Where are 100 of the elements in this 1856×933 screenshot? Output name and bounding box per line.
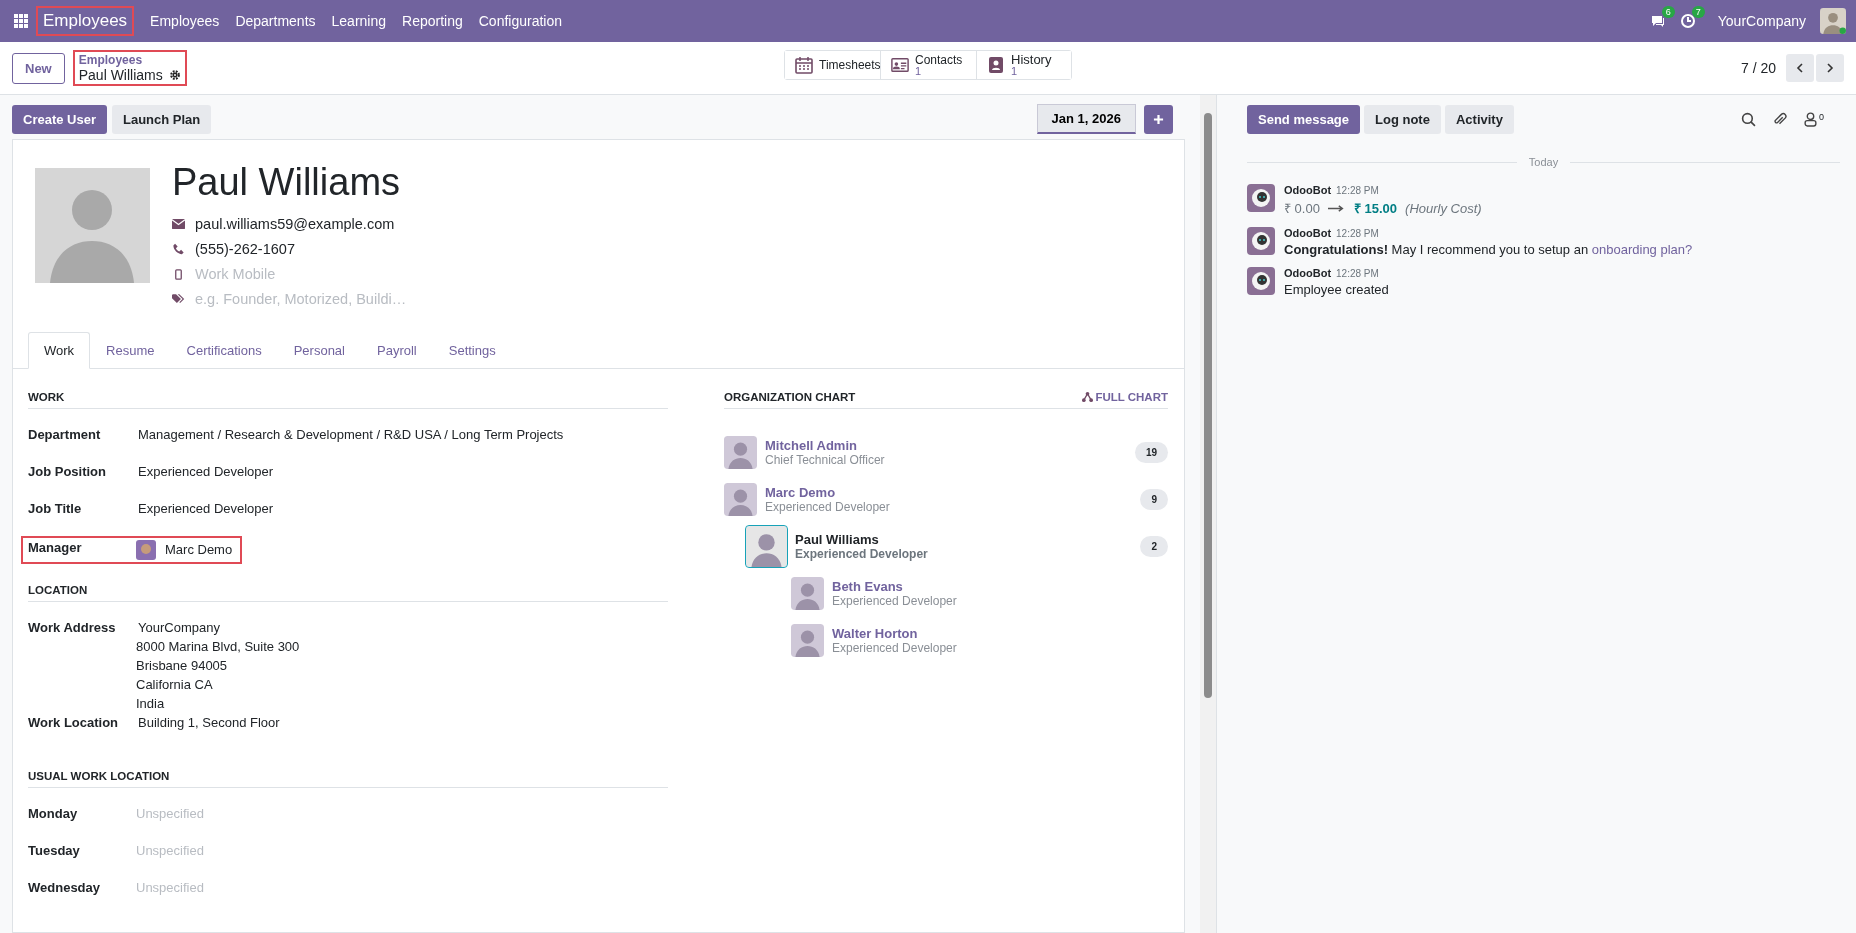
subordinate-count-badge[interactable]: 19 [1134, 441, 1168, 463]
field-value[interactable]: YourCompany [136, 619, 300, 635]
smart-button[interactable]: Timesheets [785, 51, 881, 79]
avatar-placeholder[interactable] [724, 482, 757, 516]
add-button[interactable] [1144, 104, 1173, 134]
message-text: Employee created [1284, 282, 1389, 297]
message-time: 12:28 PM [1336, 268, 1379, 279]
email-value[interactable]: paul.williams59@example.com [195, 216, 395, 233]
settings-icon[interactable] [168, 69, 181, 81]
chevron-right-icon [1825, 63, 1835, 73]
date-divider: Today [1528, 156, 1559, 168]
person-badge-icon [987, 56, 1005, 74]
field-label: Monday [28, 805, 79, 821]
clock-icon[interactable] [1679, 13, 1696, 29]
chatter-button[interactable]: Activity [1444, 105, 1514, 134]
search-icon[interactable] [1741, 112, 1756, 127]
field-value[interactable]: Management / Research & Development / R&D USA / Long Term Projects [136, 426, 564, 442]
select-field[interactable]: Unspecified [136, 842, 236, 858]
subordinate-count-badge[interactable]: 2 [1140, 535, 1168, 557]
avatar-placeholder[interactable] [791, 623, 824, 657]
tab[interactable]: Payroll [361, 331, 433, 369]
avatar-placeholder[interactable] [791, 576, 824, 610]
menu-item[interactable]: Employees [142, 13, 228, 29]
pager-value: 7 / 20 [1740, 60, 1776, 76]
message-author[interactable]: OdooBot [1284, 227, 1332, 239]
select-field[interactable]: Unspecified [136, 879, 236, 895]
bot-avatar [1247, 267, 1275, 295]
company-name[interactable]: YourCompany [1717, 13, 1806, 29]
envelope-icon [172, 218, 185, 231]
field-value[interactable]: Experienced Developer [136, 463, 274, 479]
contact-card-icon [891, 56, 909, 74]
avatar-placeholder[interactable] [724, 435, 757, 469]
new-value: ₹ 15.00 [1353, 200, 1398, 217]
employee-link[interactable]: Beth Evans [832, 578, 1168, 594]
paperclip-icon[interactable] [1772, 112, 1787, 127]
menu-item[interactable]: Configuration [470, 13, 570, 29]
tab[interactable]: Settings [432, 331, 512, 369]
chatter-button[interactable]: Log note [1364, 105, 1441, 134]
activity-count-badge: 7 [1691, 6, 1705, 18]
chatter-button[interactable]: Send message [1247, 105, 1361, 134]
full-chart-link[interactable]: FULL CHART [1082, 390, 1168, 403]
tags-field[interactable]: e.g. Founder, Motorized, Buildi… [195, 291, 425, 308]
phone-value[interactable]: (555)-262-1607 [195, 241, 295, 258]
scrollbar[interactable] [1200, 95, 1216, 933]
breadcrumb-link[interactable]: Employees [78, 53, 181, 67]
message-author[interactable]: OdooBot [1284, 267, 1332, 279]
job-title: Experienced Developer [765, 499, 891, 514]
job-title: Experienced Developer [832, 593, 958, 608]
manager-value[interactable]: Marc Demo [165, 542, 233, 558]
field-label: Manager [28, 539, 83, 555]
menu-item[interactable]: Departments [227, 13, 324, 29]
menu-item[interactable]: Reporting [394, 13, 471, 29]
apps-menu-icon[interactable] [14, 14, 28, 28]
mobile-icon [172, 268, 185, 280]
employee-link[interactable]: Walter Horton [832, 625, 1168, 641]
app-name-link[interactable]: Employees [36, 6, 135, 36]
subordinate-count-badge[interactable]: 9 [1140, 488, 1168, 510]
user-avatar[interactable] [1820, 8, 1846, 34]
action-button[interactable]: Create User [12, 104, 107, 134]
message-text: Congratulations! May I recommend you to setup an onboarding plan? [1284, 242, 1693, 257]
tab[interactable]: Personal [277, 331, 361, 369]
job-title: Experienced Developer [832, 640, 958, 655]
avatar-placeholder[interactable] [746, 525, 787, 567]
next-button[interactable] [1816, 54, 1844, 82]
onboarding-plan-link[interactable]: onboarding plan? [1591, 242, 1693, 257]
plus-icon [1153, 113, 1164, 125]
work-mobile-field[interactable]: Work Mobile [195, 266, 395, 283]
date-button[interactable]: Jan 1, 2026 [1036, 104, 1136, 134]
field-label: Tuesday [28, 842, 81, 858]
bot-avatar [1247, 184, 1275, 212]
field-value[interactable]: Experienced Developer [136, 500, 274, 516]
employee-link[interactable]: Paul Williams [795, 531, 1133, 547]
message-time: 12:28 PM [1336, 228, 1379, 239]
calendar-icon [795, 56, 813, 74]
employee-link[interactable]: Marc Demo [765, 484, 1133, 500]
bot-avatar [1247, 227, 1275, 255]
arrow-icon [1327, 203, 1346, 213]
action-button[interactable]: Launch Plan [112, 104, 212, 134]
tags-icon [172, 293, 185, 306]
address-line: California CA [136, 675, 214, 692]
employee-link[interactable]: Mitchell Admin [765, 437, 1127, 453]
menu-item[interactable]: Learning [323, 13, 395, 29]
follower-count: 0 [1819, 112, 1824, 122]
field-value[interactable]: Building 1, Second Floor [136, 714, 280, 730]
message-author[interactable]: OdooBot [1284, 184, 1332, 196]
job-title: Chief Technical Officer [765, 452, 886, 467]
chat-icon[interactable] [1649, 13, 1666, 29]
address-line: Brisbane 94005 [136, 656, 229, 673]
new-button[interactable]: New [12, 52, 65, 84]
previous-button[interactable] [1786, 54, 1814, 82]
tab[interactable]: Work [28, 331, 91, 369]
section-title: ORGANIZATION CHART [724, 390, 856, 403]
section-title: WORK [28, 390, 668, 409]
tab[interactable]: Resume [90, 331, 171, 369]
select-field[interactable]: Unspecified [136, 805, 236, 821]
tab[interactable]: Certifications [170, 331, 278, 369]
message-count-badge: 6 [1661, 6, 1675, 18]
follower-icon[interactable] [1803, 112, 1818, 127]
address-line: India [136, 694, 166, 711]
field-label: Work Location [28, 714, 120, 730]
